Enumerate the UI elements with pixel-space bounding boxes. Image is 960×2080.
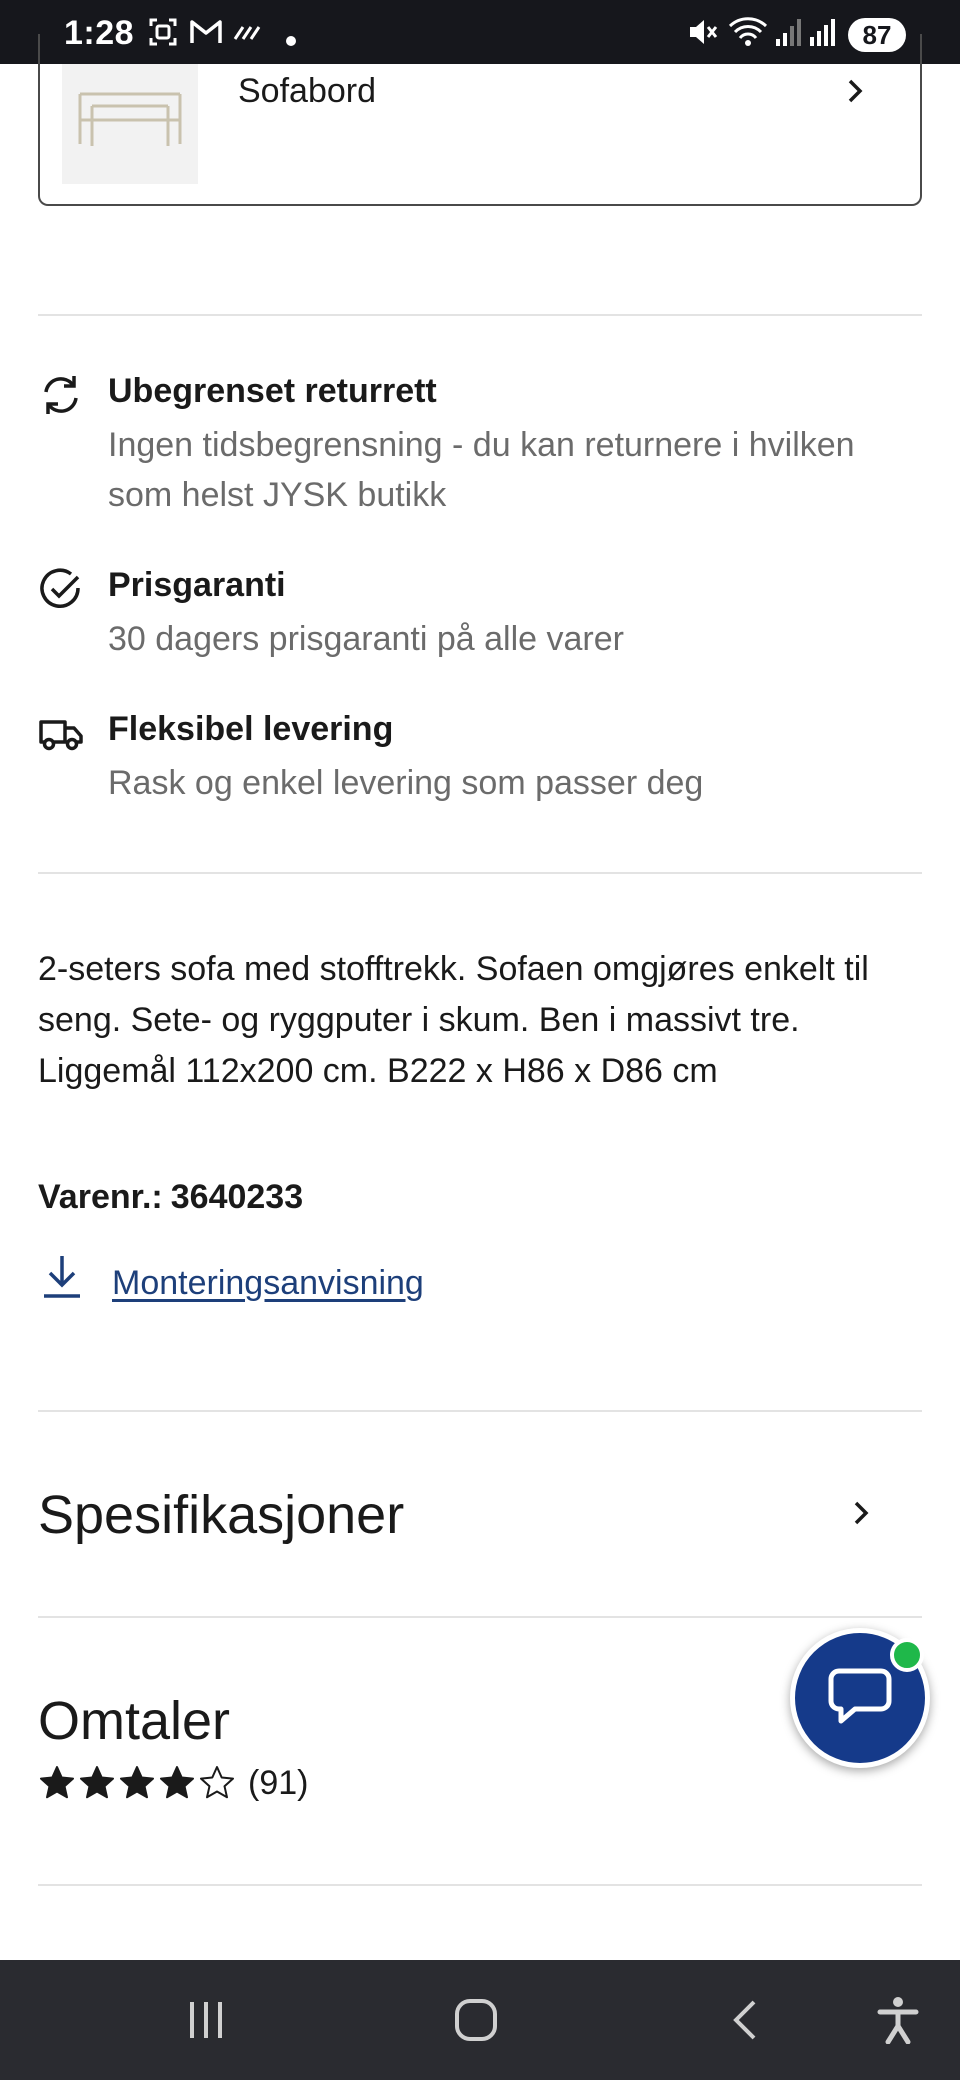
rating-stars: [38, 1764, 236, 1802]
product-description: 2-seters sofa med stofftrekk. Sofaen omg…: [38, 950, 869, 1090]
feature-title: Fleksibel levering: [108, 710, 394, 748]
divider: [38, 1410, 922, 1412]
chevron-right-icon: [840, 76, 870, 106]
related-product-title: Sofabord: [238, 72, 376, 110]
item-number-value: 3640233: [170, 1178, 304, 1216]
feature-title: Ubegrenset returrett: [108, 372, 437, 410]
chevron-right-icon: [846, 1498, 876, 1528]
divider: [38, 1616, 922, 1618]
back-icon[interactable]: [716, 1990, 776, 2050]
star-filled-icon: [160, 1766, 194, 1799]
home-icon[interactable]: [446, 1990, 506, 2050]
star-empty-icon: [200, 1766, 234, 1799]
divider: [38, 1884, 922, 1886]
online-status-indicator: [890, 1638, 924, 1672]
divider: [38, 872, 922, 874]
recent-apps-icon[interactable]: [176, 1990, 236, 2050]
chat-bubble-icon: [827, 1665, 893, 1732]
star-filled-icon: [120, 1766, 154, 1799]
truck-icon: [38, 710, 86, 758]
feature-description: Ingen tidsbegrensning - du kan returnere…: [108, 426, 855, 514]
product-thumbnail: [62, 64, 198, 184]
feature-delivery: Fleksibel levering Rask og enkel leverin…: [38, 710, 922, 810]
item-number: Varenr.: 3640233: [38, 1178, 303, 1217]
reviews-title[interactable]: Omtaler: [38, 1690, 230, 1752]
download-icon[interactable]: [40, 1252, 84, 1300]
star-filled-icon: [40, 1766, 74, 1799]
feature-description: 30 dagers prisgaranti på alle varer: [108, 620, 624, 658]
feature-description: Rask og enkel levering som passer deg: [108, 764, 704, 802]
refresh-icon: [38, 372, 86, 420]
star-filled-icon: [80, 1766, 114, 1799]
review-count[interactable]: (91): [248, 1764, 308, 1803]
system-navigation-bar: [0, 1960, 960, 2080]
feature-price-guarantee: Prisgaranti 30 dagers prisgaranti på all…: [38, 566, 922, 666]
feature-title: Prisgaranti: [108, 566, 286, 604]
specifications-title: Spesifikasjoner: [38, 1485, 405, 1545]
related-product-card[interactable]: Sofabord: [38, 34, 922, 206]
specifications-row[interactable]: Spesifikasjoner: [38, 1476, 922, 1556]
check-circle-icon: [38, 566, 86, 614]
assembly-instructions-link[interactable]: Monteringsanvisning: [112, 1264, 424, 1303]
item-number-label: Varenr.:: [38, 1178, 163, 1216]
feature-returns: Ubegrenset returrett Ingen tidsbegrensni…: [38, 372, 922, 522]
accessibility-icon[interactable]: [868, 1990, 928, 2050]
divider: [38, 314, 922, 316]
